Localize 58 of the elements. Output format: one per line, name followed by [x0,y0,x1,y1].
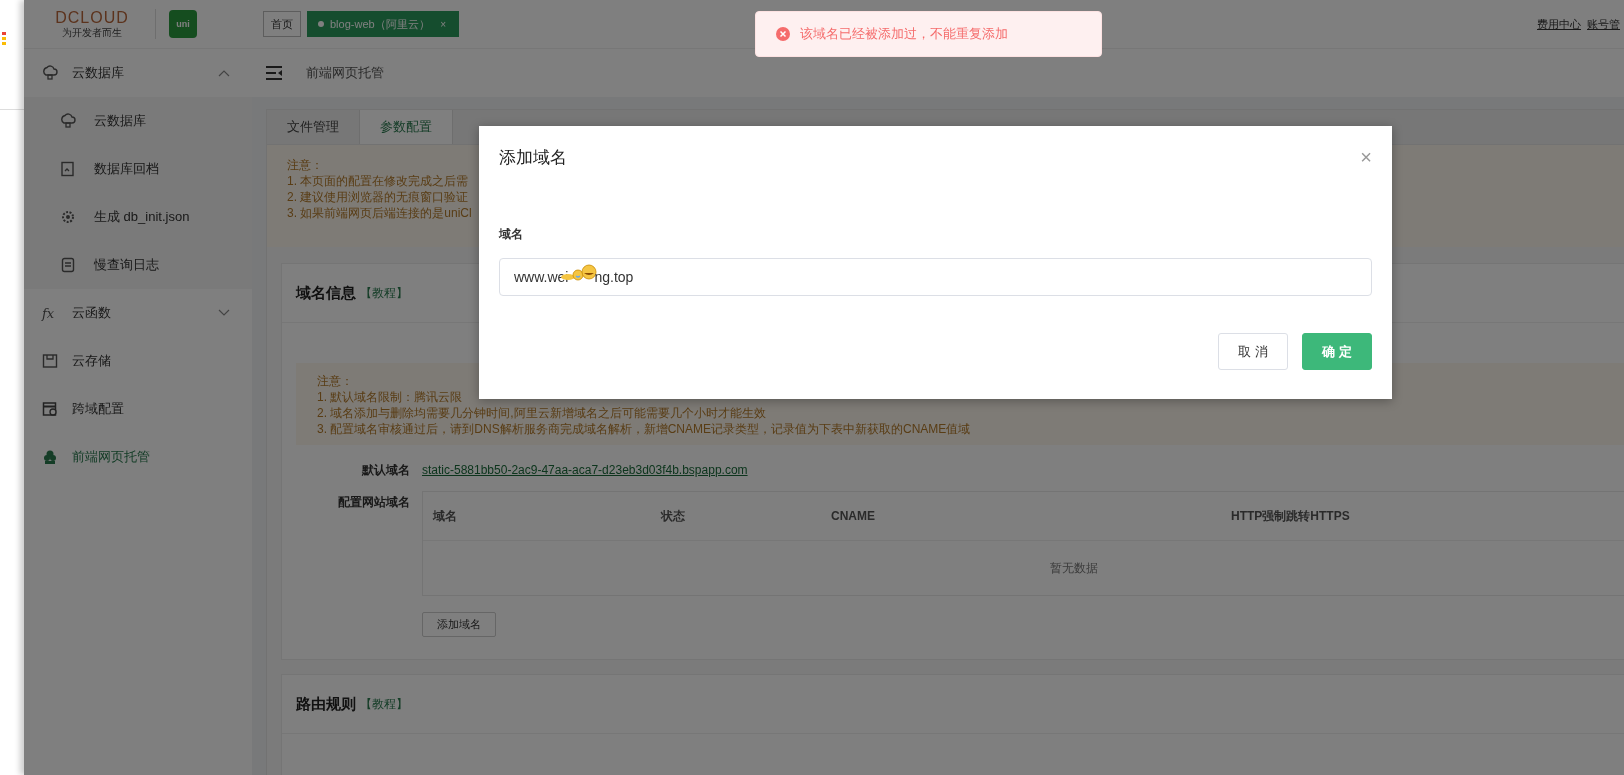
notice-line: 2. 域名添加与删除均需要几分钟时间,阿里云新增域名之后可能需要几个小时才能生效 [317,405,766,421]
notice-line: 3. 如果前端网页后端连接的是uniCl [287,205,472,221]
storage-icon [42,353,58,369]
logo: DCLOUD [55,9,129,27]
column-header: HTTP强制跳转HTTPS [1231,507,1350,525]
card-title: 域名信息 [296,283,356,303]
sidebar-item[interactable]: 数据库回档 [24,145,252,193]
gear-icon [60,209,76,225]
card-title: 路由规则 [296,694,356,714]
header-link[interactable]: 费用中心 [1537,16,1581,32]
page-tab[interactable]: 首页 [263,11,301,37]
error-icon [776,27,790,41]
breadcrumb: 前端网页托管 [306,64,384,82]
close-icon[interactable]: × [1360,147,1372,167]
page-tab[interactable]: blog-web（阿里云） × [307,11,459,37]
toast-message: 该域名已经被添加过，不能重复添加 [800,25,1008,43]
sidebar-item[interactable]: 前端网页托管 [24,433,252,481]
document-icon [60,161,76,177]
domain-link[interactable]: static-5881bb50-2ac9-47aa-aca7-d23eb3d03f4b.bspapp.com [422,463,748,477]
notice-line: 1. 默认域名限制：腾讯云限 [317,389,463,405]
function-icon: fx [42,305,58,321]
cancel-button[interactable]: 取 消 [1218,333,1288,370]
sidebar-item[interactable]: 跨域配置 [24,385,252,433]
dialog-title: 添加域名 [499,146,567,169]
apps-icon [2,32,6,46]
tree-icon [42,449,58,465]
sidebar-item[interactable]: 慢查询日志 [24,241,252,289]
sidebar-item[interactable]: fx 云函数 [24,289,252,337]
notice-line: 3. 配置域名审核通过后，请到DNS解析服务商完成域名解析，新增CNAME记录类型，记录值为下表中新获取的CNAME值域 [317,421,971,437]
tab[interactable]: 参数配置 [360,110,453,144]
list-icon [60,257,76,273]
column-header: 状态 [661,507,685,525]
sidebar-item[interactable]: 云存储 [24,337,252,385]
empty-text: 暂无数据 [1049,560,1099,577]
confirm-button[interactable]: 确 定 [1302,333,1372,370]
field-label: 配置网站域名 [337,494,410,511]
sidebar-item[interactable]: 云数据库 [24,49,252,97]
field-label: 默认域名 [361,462,410,479]
column-header: CNAME [831,509,875,523]
notice-line: 1. 本页面的配置在修改完成之后需 [287,173,469,189]
notice-title: 注意： [317,373,353,389]
close-icon[interactable]: × [440,18,446,30]
sidebar-item[interactable]: 生成 db_init.json [24,193,252,241]
field-label: 域名 [499,226,524,243]
window-icon [42,401,58,417]
menu-icon [266,66,282,80]
cloud-icon [42,65,58,81]
column-header: 域名 [433,507,457,525]
app-logo: uni [169,10,197,38]
notice-title: 注意： [287,157,323,173]
tutorial-link[interactable]: 【教程】 [360,284,408,302]
sidebar-item[interactable]: 云数据库 [24,97,252,145]
notice-line: 2. 建议使用浏览器的无痕窗口验证 [287,189,469,205]
tutorial-link[interactable]: 【教程】 [360,695,408,713]
add-domain-button[interactable]: 添加域名 [422,612,496,637]
cloud-icon [60,113,76,129]
header-link[interactable]: 账号管 [1587,16,1620,32]
tagline: 为开发者而生 [62,27,122,39]
